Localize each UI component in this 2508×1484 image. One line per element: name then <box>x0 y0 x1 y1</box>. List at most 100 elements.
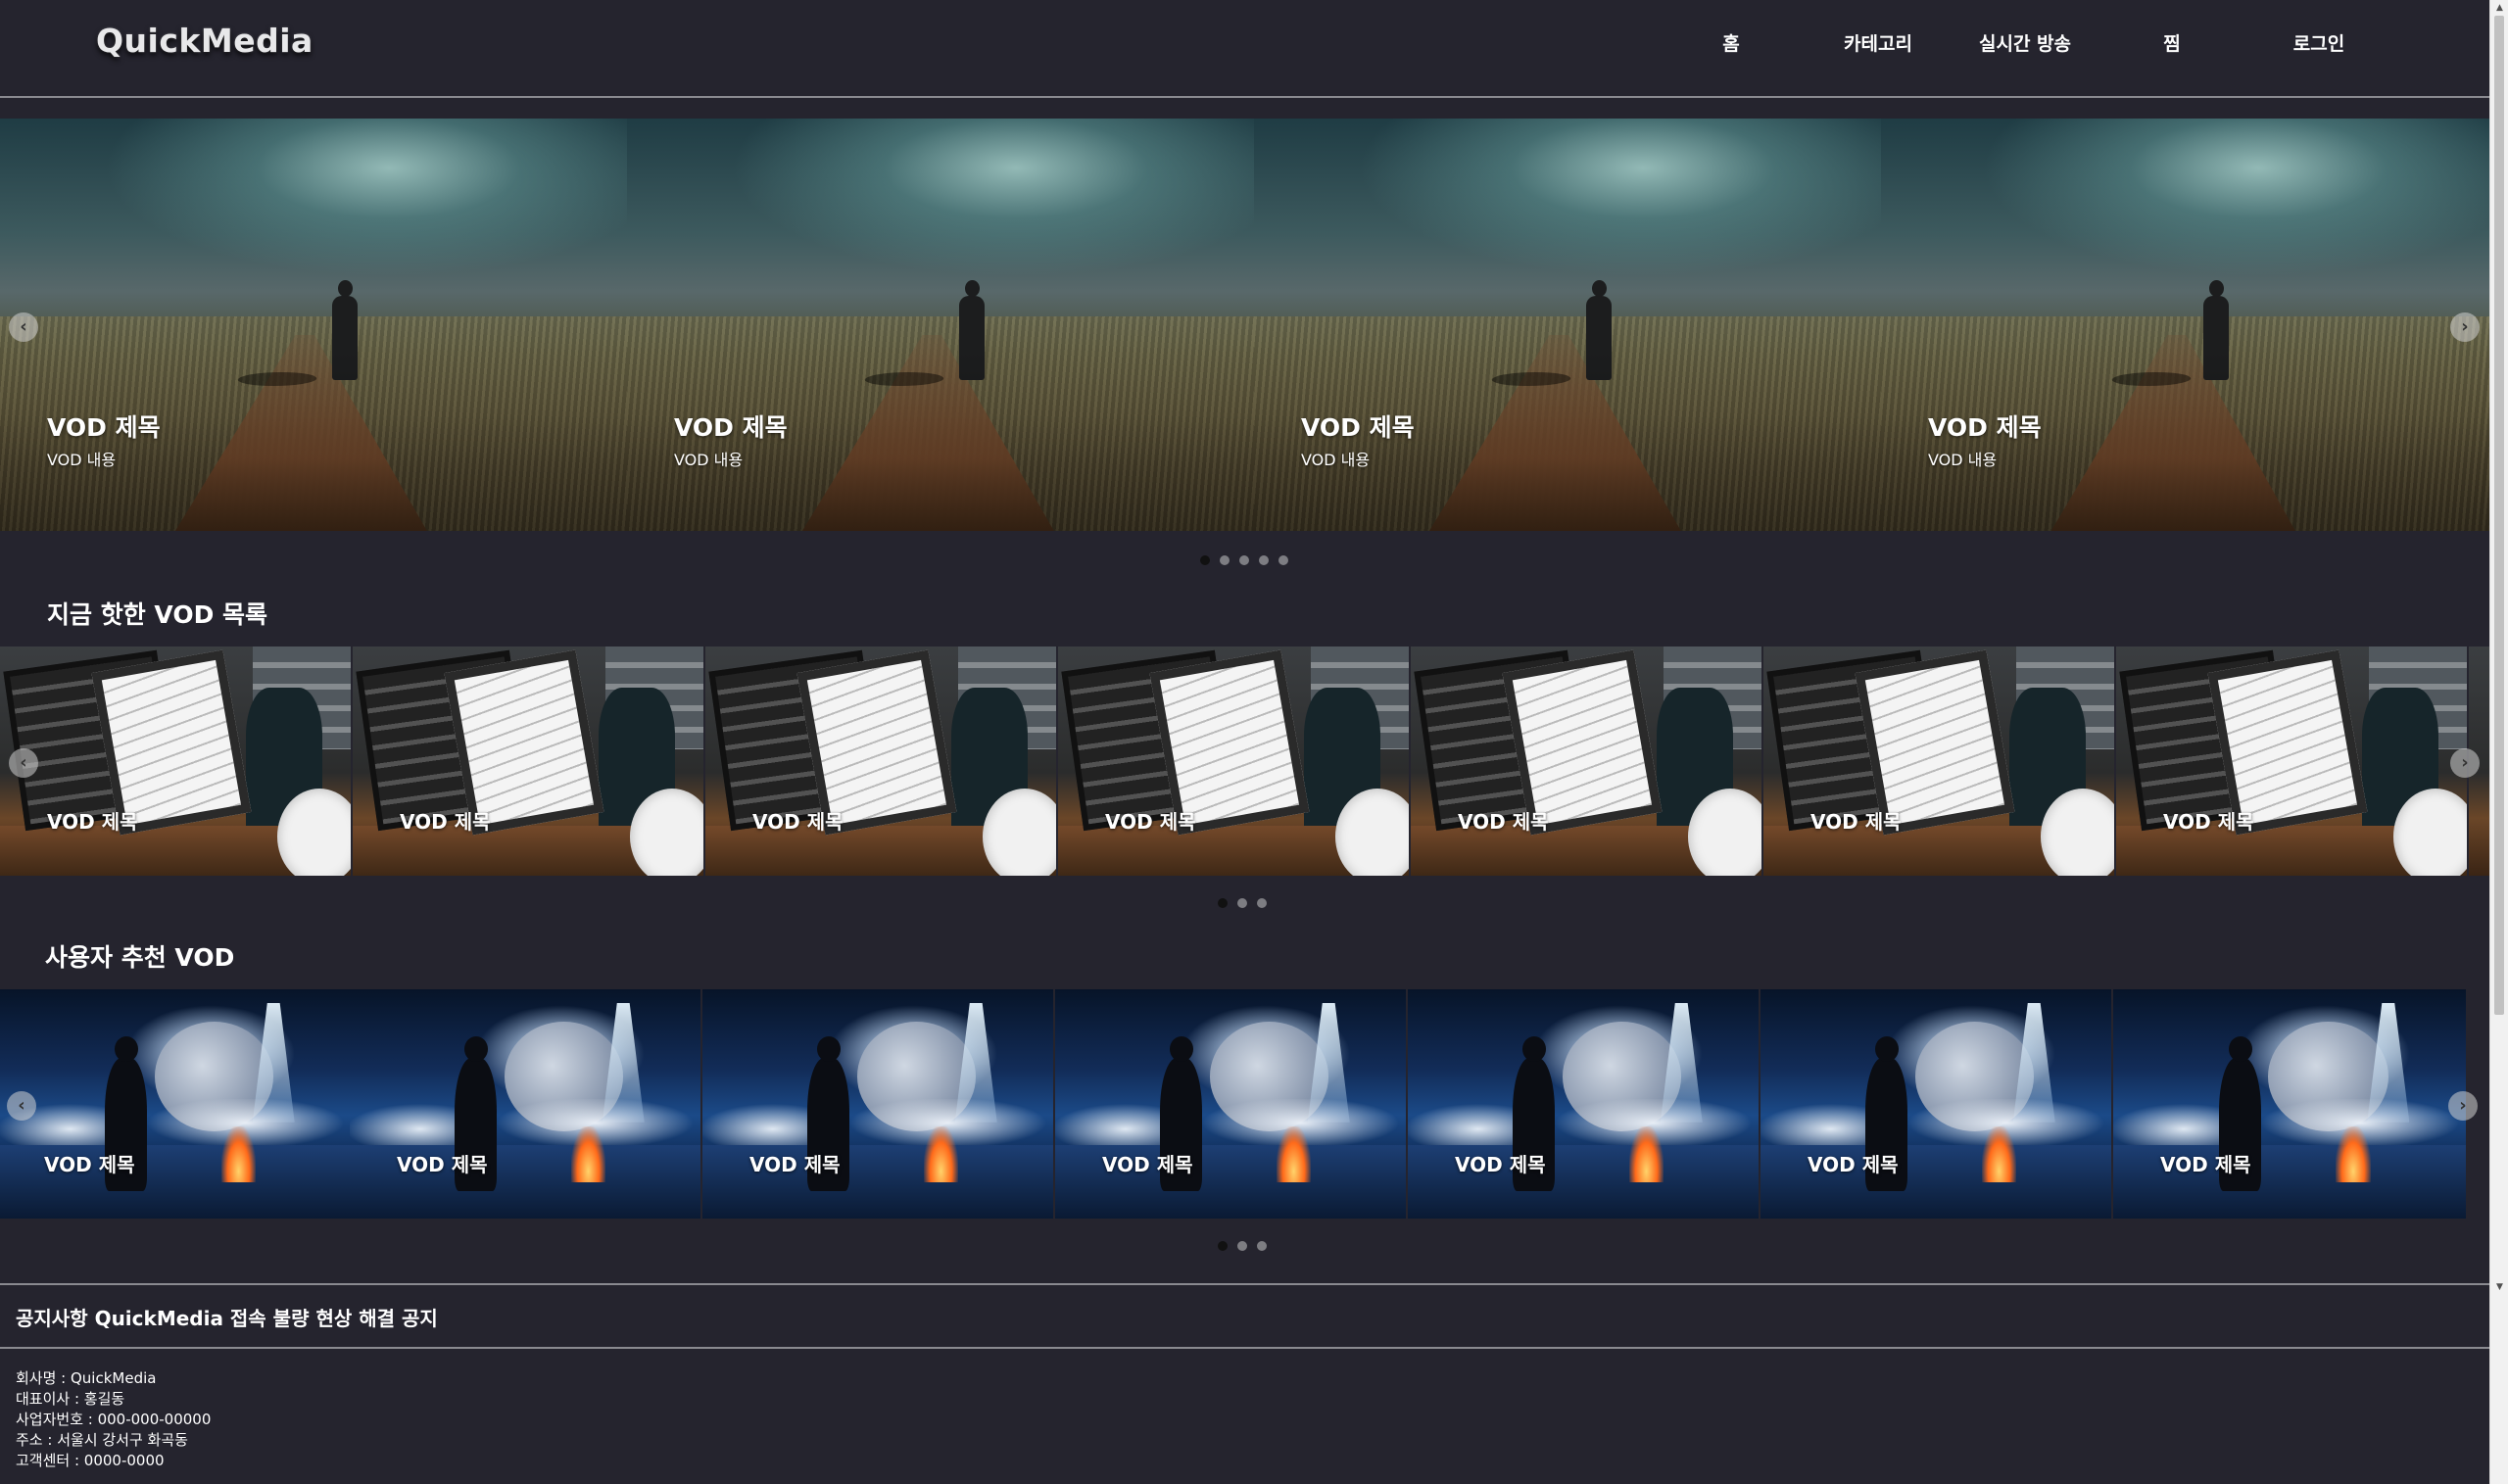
vod-card[interactable]: VOD 제목 <box>0 646 351 876</box>
recommended-vod-row: VOD 제목 VOD 제목 VOD 제목 VOD 제목 VOD 제목 VOD 제… <box>0 989 2489 1219</box>
pagination-dot[interactable] <box>1257 1241 1267 1251</box>
vod-card-title: VOD 제목 <box>749 1153 841 1176</box>
vod-card[interactable]: VOD 제목 <box>1760 989 2111 1219</box>
vod-thumbnail <box>1055 989 1406 1219</box>
hero-prev-button[interactable]: ‹ <box>9 312 38 342</box>
vod-card[interactable]: VOD 제목 <box>1058 646 1409 876</box>
vod-card-title: VOD 제목 <box>2160 1153 2251 1176</box>
vod-card-title: VOD 제목 <box>47 810 138 834</box>
vod-card-title: VOD 제목 <box>1455 1153 1546 1176</box>
hero-slide-title: VOD 제목 <box>674 413 788 442</box>
pagination-dot[interactable] <box>1259 555 1269 565</box>
vod-thumbnail <box>350 989 700 1219</box>
vod-thumbnail <box>1760 989 2111 1219</box>
hero-slide[interactable]: VOD 제목 VOD 내용 <box>627 119 1254 531</box>
hero-slide-description: VOD 내용 <box>47 451 117 469</box>
nav-home[interactable]: 홈 <box>1658 29 1805 59</box>
pagination-dot[interactable] <box>1220 555 1230 565</box>
vod-card[interactable]: VOD 제목 <box>353 646 703 876</box>
hero-slide[interactable]: VOD 제목 VOD 내용 <box>1881 119 2489 531</box>
vod-card-title: VOD 제목 <box>400 810 491 834</box>
site-header: QuickMedia 홈 카테고리 실시간 방송 찜 로그인 <box>0 0 2489 98</box>
hero-slide[interactable]: VOD 제목 VOD 내용 <box>1254 119 1881 531</box>
footer-divider <box>0 1347 2489 1349</box>
company-name: 회사명 : QuickMedia <box>16 1369 157 1387</box>
footer-divider <box>0 1283 2489 1285</box>
hero-next-button[interactable]: › <box>2450 312 2480 342</box>
recommended-vod-pagination <box>1218 1241 1267 1255</box>
vod-thumbnail <box>2116 646 2467 876</box>
vod-card-title: VOD 제목 <box>1105 810 1196 834</box>
vod-card[interactable]: VOD 제목 <box>350 989 700 1219</box>
vod-card[interactable]: VOD 제목 <box>702 989 1053 1219</box>
vod-thumbnail <box>705 646 1056 876</box>
company-address: 주소 : 서울시 강서구 화곡동 <box>16 1431 188 1449</box>
pagination-dot[interactable] <box>1257 898 1267 908</box>
pagination-dot[interactable] <box>1200 555 1210 565</box>
recommended-vod-next-button[interactable]: › <box>2448 1091 2478 1121</box>
hot-vod-next-button[interactable]: › <box>2450 748 2480 778</box>
vod-card-title: VOD 제목 <box>1102 1153 1193 1176</box>
hot-vod-pagination <box>1218 898 1267 912</box>
nav-live-broadcast[interactable]: 실시간 방송 <box>1952 29 2098 59</box>
chevron-left-icon: ‹ <box>20 752 27 773</box>
vod-thumbnail <box>1408 989 1759 1219</box>
vod-card-title: VOD 제목 <box>1810 810 1902 834</box>
site-logo[interactable]: QuickMedia <box>96 22 314 60</box>
vod-thumbnail <box>702 989 1053 1219</box>
vod-thumbnail <box>353 646 703 876</box>
pagination-dot[interactable] <box>1218 898 1228 908</box>
hero-slide-description: VOD 내용 <box>1301 451 1371 469</box>
hot-vod-row: VOD 제목 VOD 제목 VOD 제목 VOD 제목 VOD 제목 VOD 제… <box>0 646 2489 876</box>
pagination-dot[interactable] <box>1218 1241 1228 1251</box>
vod-card[interactable]: VOD 제목 <box>1408 989 1759 1219</box>
vod-card[interactable]: VOD 제목 <box>1411 646 1761 876</box>
chevron-left-icon: ‹ <box>20 316 27 337</box>
vod-card-title: VOD 제목 <box>44 1153 135 1176</box>
recommended-vod-section-title: 사용자 추천 VOD <box>45 943 235 972</box>
nav-login[interactable]: 로그인 <box>2245 29 2392 59</box>
scroll-down-icon[interactable]: ▼ <box>2490 1279 2508 1295</box>
vod-card-title: VOD 제목 <box>2163 810 2254 834</box>
chevron-right-icon: › <box>2461 316 2469 337</box>
recommended-vod-prev-button[interactable]: ‹ <box>7 1091 36 1121</box>
pagination-dot[interactable] <box>1239 555 1249 565</box>
vod-card[interactable]: VOD 제목 <box>705 646 1056 876</box>
notice-text[interactable]: 공지사항 QuickMedia 접속 불량 현상 해결 공지 <box>16 1303 438 1331</box>
vod-thumbnail <box>0 646 351 876</box>
vod-thumbnail <box>1058 646 1409 876</box>
vod-card-title: VOD 제목 <box>1458 810 1549 834</box>
company-info: 회사명 : QuickMedia 대표이사 : 홍길동 사업자번호 : 000-… <box>16 1368 211 1471</box>
vod-card[interactable]: VOD 제목 <box>1763 646 2114 876</box>
hero-slide-description: VOD 내용 <box>1928 451 1998 469</box>
vod-card[interactable]: VOD 제목 <box>0 989 351 1219</box>
vod-card[interactable]: VOD 제목 <box>2113 989 2466 1219</box>
chevron-right-icon: › <box>2459 1095 2467 1116</box>
pagination-dot[interactable] <box>1278 555 1288 565</box>
pagination-dot[interactable] <box>1237 898 1247 908</box>
scrollbar-thumb[interactable] <box>2494 16 2504 1015</box>
company-business-number: 사업자번호 : 000-000-00000 <box>16 1411 212 1428</box>
vod-thumbnail <box>1411 646 1761 876</box>
vertical-scrollbar[interactable]: ▲ ▼ <box>2489 0 2508 1484</box>
scroll-up-icon[interactable]: ▲ <box>2490 0 2508 16</box>
hero-pagination <box>1200 555 1288 569</box>
vod-card[interactable]: VOD 제목 <box>1055 989 1406 1219</box>
nav-category[interactable]: 카테고리 <box>1805 29 1952 59</box>
vod-thumbnail <box>1763 646 2114 876</box>
company-ceo: 대표이사 : 홍길동 <box>16 1390 125 1408</box>
hot-vod-prev-button[interactable]: ‹ <box>9 748 38 778</box>
hero-slide-title: VOD 제목 <box>1928 413 2042 442</box>
chevron-left-icon: ‹ <box>18 1095 25 1116</box>
nav-wishlist[interactable]: 찜 <box>2098 29 2245 59</box>
vod-card-title: VOD 제목 <box>1808 1153 1899 1176</box>
vod-card-title: VOD 제목 <box>397 1153 488 1176</box>
hero-slide-description: VOD 내용 <box>674 451 744 469</box>
vod-card-title: VOD 제목 <box>752 810 844 834</box>
vod-thumbnail <box>2113 989 2466 1219</box>
hot-vod-section-title: 지금 핫한 VOD 목록 <box>47 600 268 629</box>
hero-slide[interactable]: VOD 제목 VOD 내용 <box>0 119 627 531</box>
vod-card[interactable]: VOD 제목 <box>2116 646 2467 876</box>
page: QuickMedia 홈 카테고리 실시간 방송 찜 로그인 VOD 제목 VO… <box>0 0 2489 1484</box>
pagination-dot[interactable] <box>1237 1241 1247 1251</box>
